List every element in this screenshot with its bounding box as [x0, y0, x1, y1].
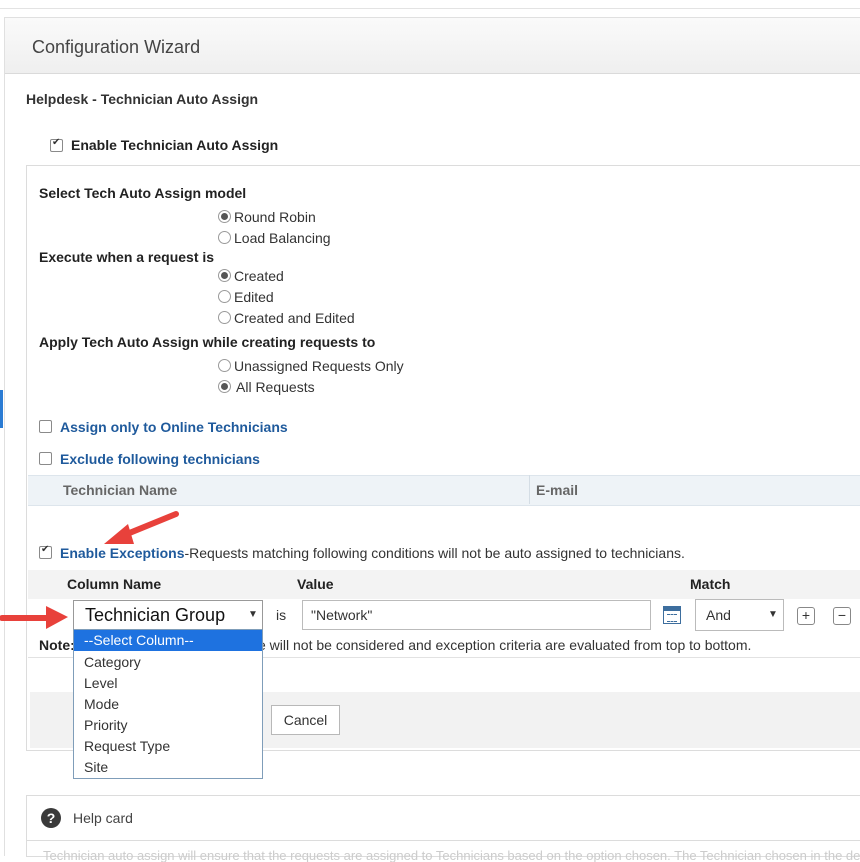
annotation-arrows [0, 511, 179, 629]
arrow-pointing-column-select [0, 606, 68, 629]
arrow-pointing-enable-exceptions [104, 511, 179, 544]
